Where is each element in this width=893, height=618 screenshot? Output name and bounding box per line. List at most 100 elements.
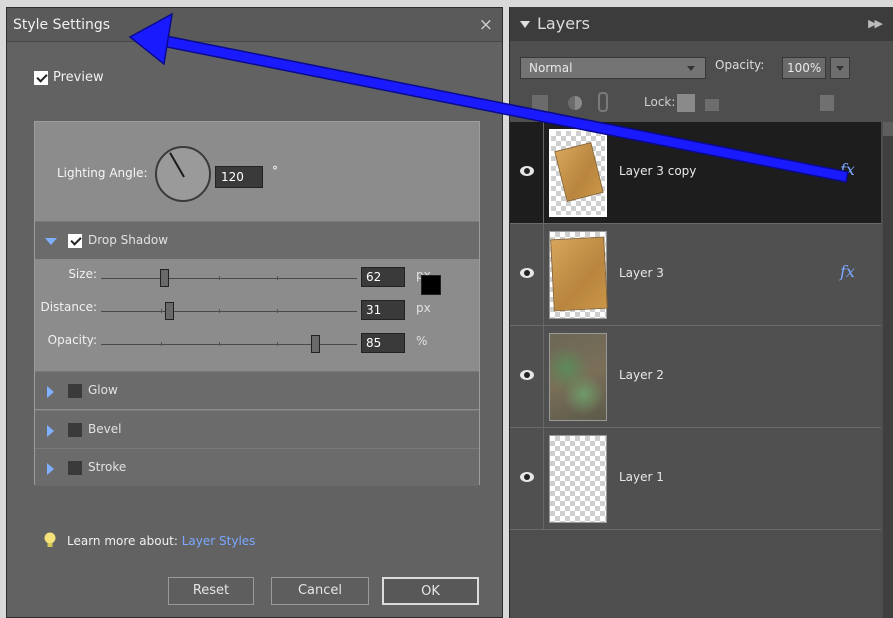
layer-name: Layer 1 <box>619 470 664 484</box>
slider-tick <box>219 276 220 280</box>
bevel-label: Bevel <box>88 422 122 436</box>
layer-opacity-input[interactable]: 100% <box>782 57 826 79</box>
angle-dial[interactable] <box>155 146 211 202</box>
slider-tick <box>161 309 162 313</box>
drop-shadow-label: Drop Shadow <box>88 233 169 247</box>
eye-icon[interactable] <box>520 166 534 176</box>
lock-transparency-icon[interactable] <box>677 94 695 112</box>
chevron-down-icon[interactable] <box>45 238 57 245</box>
opacity-slider[interactable] <box>101 335 357 353</box>
layers-title: Layers <box>537 14 590 33</box>
size-slider-thumb[interactable] <box>160 269 169 287</box>
chevron-right-icon[interactable] <box>47 463 54 475</box>
preview-checkbox[interactable] <box>34 71 48 85</box>
size-label: Size: <box>68 267 97 281</box>
section-stroke[interactable]: Stroke <box>35 448 479 486</box>
layer-name: Layer 3 <box>619 266 664 280</box>
chevron-down-icon <box>687 66 695 71</box>
glow-label: Glow <box>88 383 118 397</box>
stroke-label: Stroke <box>88 460 127 474</box>
shadow-color-swatch[interactable] <box>421 275 441 295</box>
lighting-angle-label: Lighting Angle: <box>57 166 148 180</box>
layer-row[interactable]: Layer 3 fx <box>510 224 881 326</box>
layer-thumbnail <box>549 435 607 523</box>
glow-checkbox[interactable] <box>68 384 82 398</box>
layer-opacity-label: Opacity: <box>715 58 765 72</box>
layer-row[interactable]: Layer 2 <box>510 326 881 428</box>
blend-mode-select[interactable]: Normal <box>520 57 706 79</box>
dialog-title: Style Settings <box>13 17 111 33</box>
distance-unit: px <box>416 301 431 315</box>
texture-image <box>550 334 606 420</box>
layer-row[interactable]: Layer 1 <box>510 428 881 530</box>
distance-slider-thumb[interactable] <box>165 302 174 320</box>
lighting-angle-input[interactable]: 120 <box>215 166 263 188</box>
close-icon[interactable]: × <box>479 15 493 35</box>
layer-opacity-dropdown[interactable] <box>830 57 850 79</box>
layer-thumbnail <box>549 333 607 421</box>
layers-scrollbar[interactable] <box>883 122 893 618</box>
learn-more-label: Learn more about: <box>67 534 178 548</box>
eye-icon[interactable] <box>520 370 534 380</box>
eye-icon[interactable] <box>520 268 534 278</box>
size-slider[interactable] <box>101 269 357 287</box>
slider-tick <box>277 342 278 346</box>
fx-icon[interactable]: fx <box>840 262 855 281</box>
section-drop-shadow[interactable]: Drop Shadow <box>35 221 479 259</box>
lock-label: Lock: <box>644 95 676 109</box>
ok-button[interactable]: OK <box>382 577 479 605</box>
chevron-right-icon[interactable] <box>47 425 54 437</box>
layer-styles-link[interactable]: Layer Styles <box>182 534 256 548</box>
collapse-icon[interactable] <box>520 21 530 28</box>
slider-tick <box>219 342 220 346</box>
style-settings-dialog: Style Settings × Preview Lighting Angle:… <box>6 7 503 618</box>
distance-input[interactable]: 31 <box>361 300 405 320</box>
visibility-toggle[interactable] <box>510 122 544 223</box>
link-layers-icon[interactable] <box>598 92 608 112</box>
slider-tick <box>219 309 220 313</box>
paper-image <box>550 236 608 312</box>
layer-name: Layer 3 copy <box>619 164 697 178</box>
section-bevel[interactable]: Bevel <box>35 410 479 448</box>
opacity-label: Opacity: <box>47 333 97 347</box>
distance-label: Distance: <box>40 300 97 314</box>
blend-mode-value: Normal <box>529 61 573 75</box>
new-layer-icon[interactable] <box>532 95 548 111</box>
opacity-unit: % <box>416 334 428 348</box>
paper-image <box>554 142 604 202</box>
stroke-checkbox[interactable] <box>68 461 82 475</box>
visibility-toggle[interactable] <box>510 224 544 325</box>
layer-thumbnail <box>549 231 608 319</box>
eye-icon[interactable] <box>520 472 534 482</box>
dialog-titlebar: Style Settings × <box>7 8 502 42</box>
fx-icon[interactable]: fx <box>840 160 855 179</box>
chevron-right-icon[interactable] <box>47 386 54 398</box>
layers-panel: Layers ▶▶ Normal Opacity: 100% Lock: Lay… <box>509 7 893 618</box>
lock-icon[interactable] <box>705 99 719 111</box>
learn-more-text: Learn more about: Layer Styles <box>67 534 255 548</box>
distance-slider[interactable] <box>101 302 357 320</box>
section-glow[interactable]: Glow <box>35 371 479 409</box>
slider-tick <box>161 342 162 346</box>
adjustment-layer-icon[interactable] <box>567 95 583 111</box>
preview-label: Preview <box>53 70 104 85</box>
bevel-checkbox[interactable] <box>68 423 82 437</box>
layer-row[interactable]: Layer 3 copy fx <box>510 122 881 224</box>
reset-button[interactable]: Reset <box>168 577 254 605</box>
scroll-up-arrow[interactable] <box>883 122 893 136</box>
panel-menu-icon[interactable]: ▶▶ <box>868 17 883 30</box>
trash-icon[interactable] <box>820 95 834 111</box>
layers-header: Layers ▶▶ <box>510 7 893 41</box>
size-input[interactable]: 62 <box>361 267 405 287</box>
lightbulb-icon <box>44 532 56 547</box>
visibility-toggle[interactable] <box>510 428 544 529</box>
slider-tick <box>277 309 278 313</box>
effects-panel: Lighting Angle: 120 ° Drop Shadow Size: … <box>34 121 480 486</box>
opacity-slider-thumb[interactable] <box>311 335 320 353</box>
cancel-button[interactable]: Cancel <box>271 577 369 605</box>
opacity-input[interactable]: 85 <box>361 333 405 353</box>
drop-shadow-checkbox[interactable] <box>68 234 82 248</box>
angle-needle <box>169 152 185 178</box>
visibility-toggle[interactable] <box>510 326 544 427</box>
degree-symbol: ° <box>272 164 278 178</box>
